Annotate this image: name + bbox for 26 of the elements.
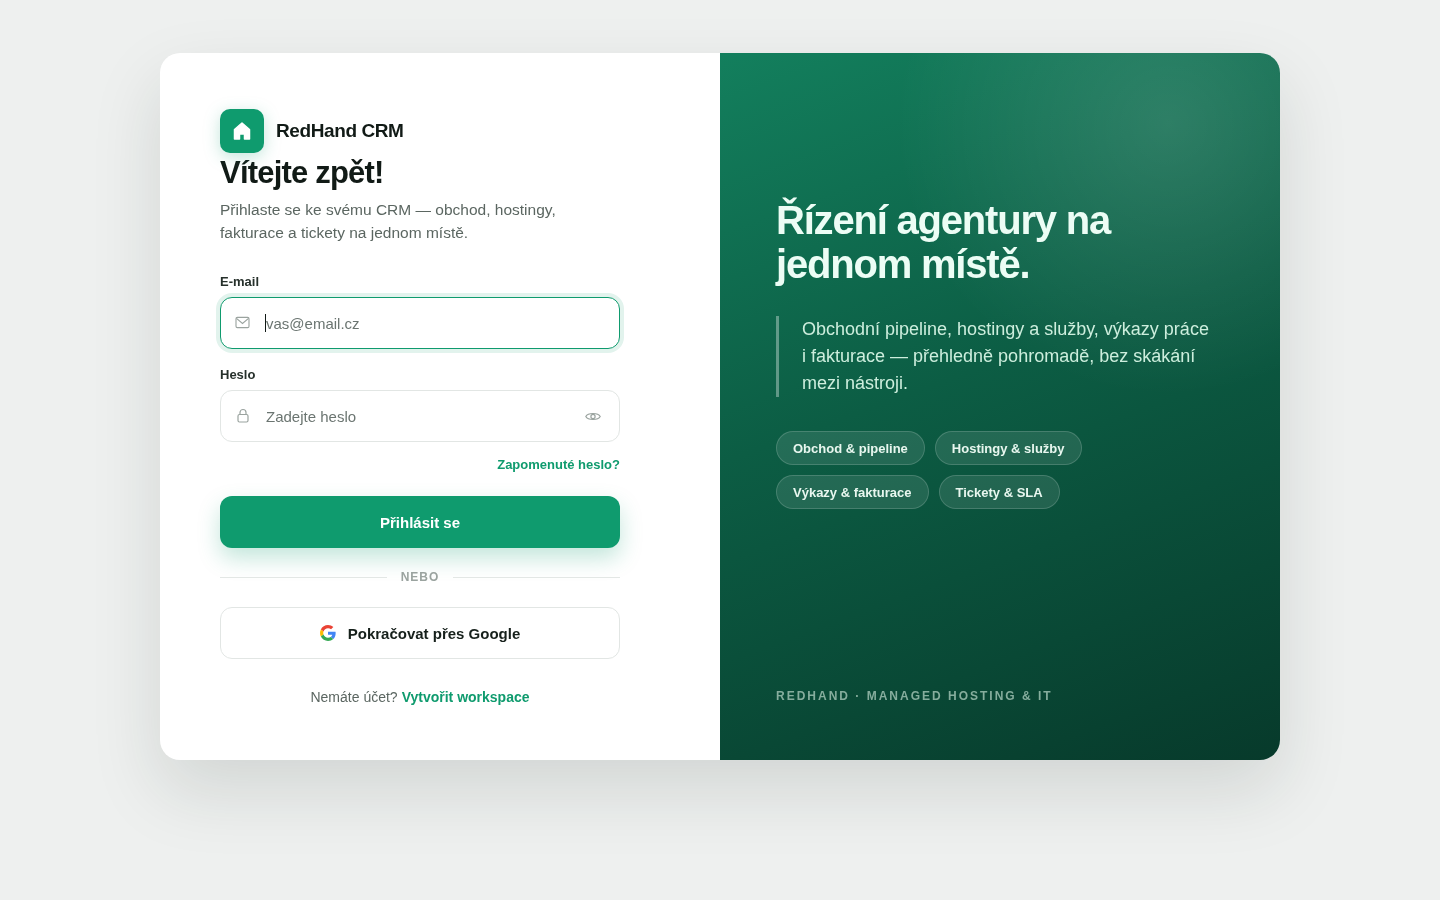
lock-icon bbox=[237, 408, 249, 423]
promo-footer: REDHAND · MANAGED HOSTING & IT bbox=[776, 688, 1053, 704]
brand-name: RedHand CRM bbox=[276, 120, 404, 142]
signup-prompt: Nemáte účet? bbox=[310, 689, 398, 705]
text-caret bbox=[265, 314, 266, 332]
welcome-subtitle: Přihlaste se ke svému CRM — obchod, hostingy, fakturace a tickety na jednom místě. bbox=[220, 200, 557, 243]
feature-tag: Výkazy & fakturace bbox=[776, 475, 929, 509]
field-label: E-mail bbox=[220, 274, 259, 290]
feature-tag: Hostingy & služby bbox=[934, 431, 1082, 465]
google-signin-button[interactable]: Pokračovat přes Google bbox=[220, 607, 620, 659]
eye-icon[interactable] bbox=[585, 411, 601, 422]
field-label: Heslo bbox=[220, 367, 256, 383]
house-logo-icon bbox=[220, 109, 264, 153]
login-button[interactable]: Přihlásit se bbox=[220, 496, 620, 548]
google-g-icon bbox=[319, 625, 336, 641]
email-field[interactable]: vas@email.cz bbox=[220, 297, 620, 349]
envelope-icon bbox=[235, 316, 250, 329]
feature-tag: Tickety & SLA bbox=[938, 475, 1060, 509]
promo-quote: Obchodní pipeline, hostingy a služby, výkazy práce i fakturace — přehledně pohromadě, bez skákání mezi nástroji. bbox=[776, 316, 1216, 397]
password-field[interactable]: Zadejte heslo bbox=[220, 390, 620, 442]
create-workspace-link[interactable]: Vytvořit workspace bbox=[401, 689, 530, 705]
promo-heading: Řízení agentury na jednom místě. bbox=[776, 198, 1112, 286]
welcome-heading: Vítejte zpět! bbox=[220, 155, 385, 191]
forgot-password-link[interactable]: Zapomenuté heslo? bbox=[497, 457, 620, 473]
feature-tag: Obchod & pipeline bbox=[776, 431, 925, 465]
divider-label: NEBO bbox=[400, 569, 440, 585]
